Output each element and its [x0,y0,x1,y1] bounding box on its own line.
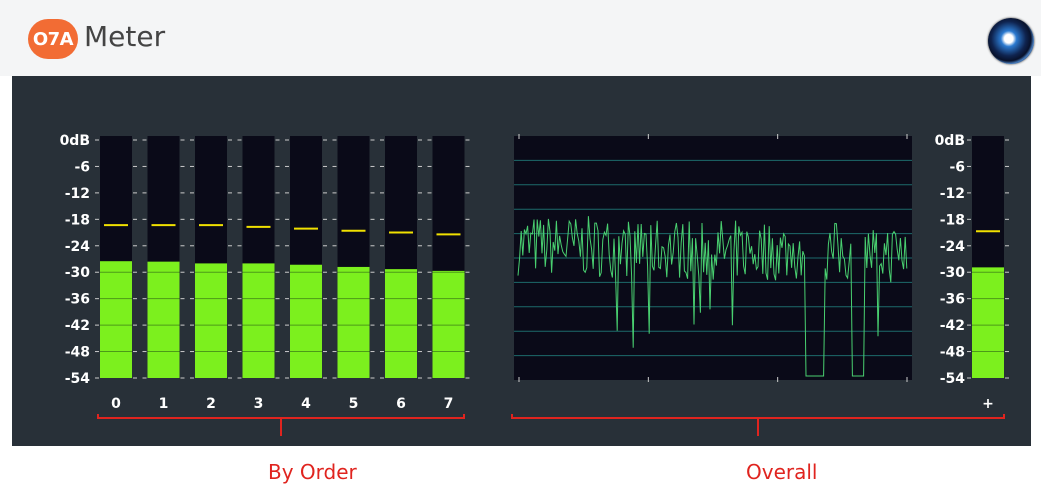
right-scale-label: -30 [940,265,966,281]
order-meter-4-level-bar [290,264,322,378]
right-scale-label: -42 [940,318,965,334]
right-scale-label: -24 [940,239,966,255]
order-meter-1-level-bar [147,261,180,378]
left-scale-label: -24 [65,239,91,255]
left-scale-label: -36 [65,292,90,308]
order-meter-0-channel-label: 0 [111,396,121,412]
right-scale-label: 0dB [935,133,965,149]
right-scale-label: -54 [940,371,966,387]
overall-meter-channel-label: + [982,396,994,412]
left-scale-label: -54 [65,371,91,387]
order-meter-3-channel-label: 3 [254,396,264,412]
left-scale-label: -12 [65,186,90,202]
order-meter-2-channel-label: 2 [206,396,216,412]
order-meter-4-channel-label: 4 [301,396,311,412]
left-scale-label: 0dB [60,133,90,149]
right-scale-label: -6 [949,159,965,175]
order-meter-6-level-bar [385,269,417,378]
order-meter-0-level-bar [100,261,132,378]
left-scale-label: -42 [65,318,90,334]
right-scale-label: -48 [940,345,965,361]
meter-display: 0dB -6 -12 -18 -24 -30 -36 -42 -48 -54 0dB -6 -12 -18… [60,133,1009,436]
order-meter-7-level-bar [432,270,465,378]
overall-bracket [511,414,1005,419]
left-scale-label: -6 [74,159,90,175]
order-meter-5-channel-label: 5 [349,396,359,412]
left-scale-label: -30 [65,265,91,281]
overall-caption: Overall [746,460,818,484]
right-scale-label: -12 [940,186,965,202]
overall-meter-level-bar [972,267,1004,378]
left-scale-label: -48 [65,345,90,361]
order-meter-7-channel-label: 7 [444,396,454,412]
by-order-caption: By Order [268,460,357,484]
right-scale-label: -36 [940,292,965,308]
by-order-bracket [97,414,465,419]
module-badge: O7A [28,19,78,59]
module-title: Meter [84,20,166,53]
right-scale-label: -18 [940,212,965,228]
order-meter-1-channel-label: 1 [159,396,169,412]
order-meter-2-level-bar [195,263,227,378]
order-meter-3-level-bar [242,263,275,378]
left-scale-label: -18 [65,212,90,228]
header-bar: O7A Meter [0,0,1041,76]
order-meter-6-channel-label: 6 [396,396,406,412]
spiral-logo-icon [988,18,1034,64]
order-meter-5-level-bar [337,266,370,378]
